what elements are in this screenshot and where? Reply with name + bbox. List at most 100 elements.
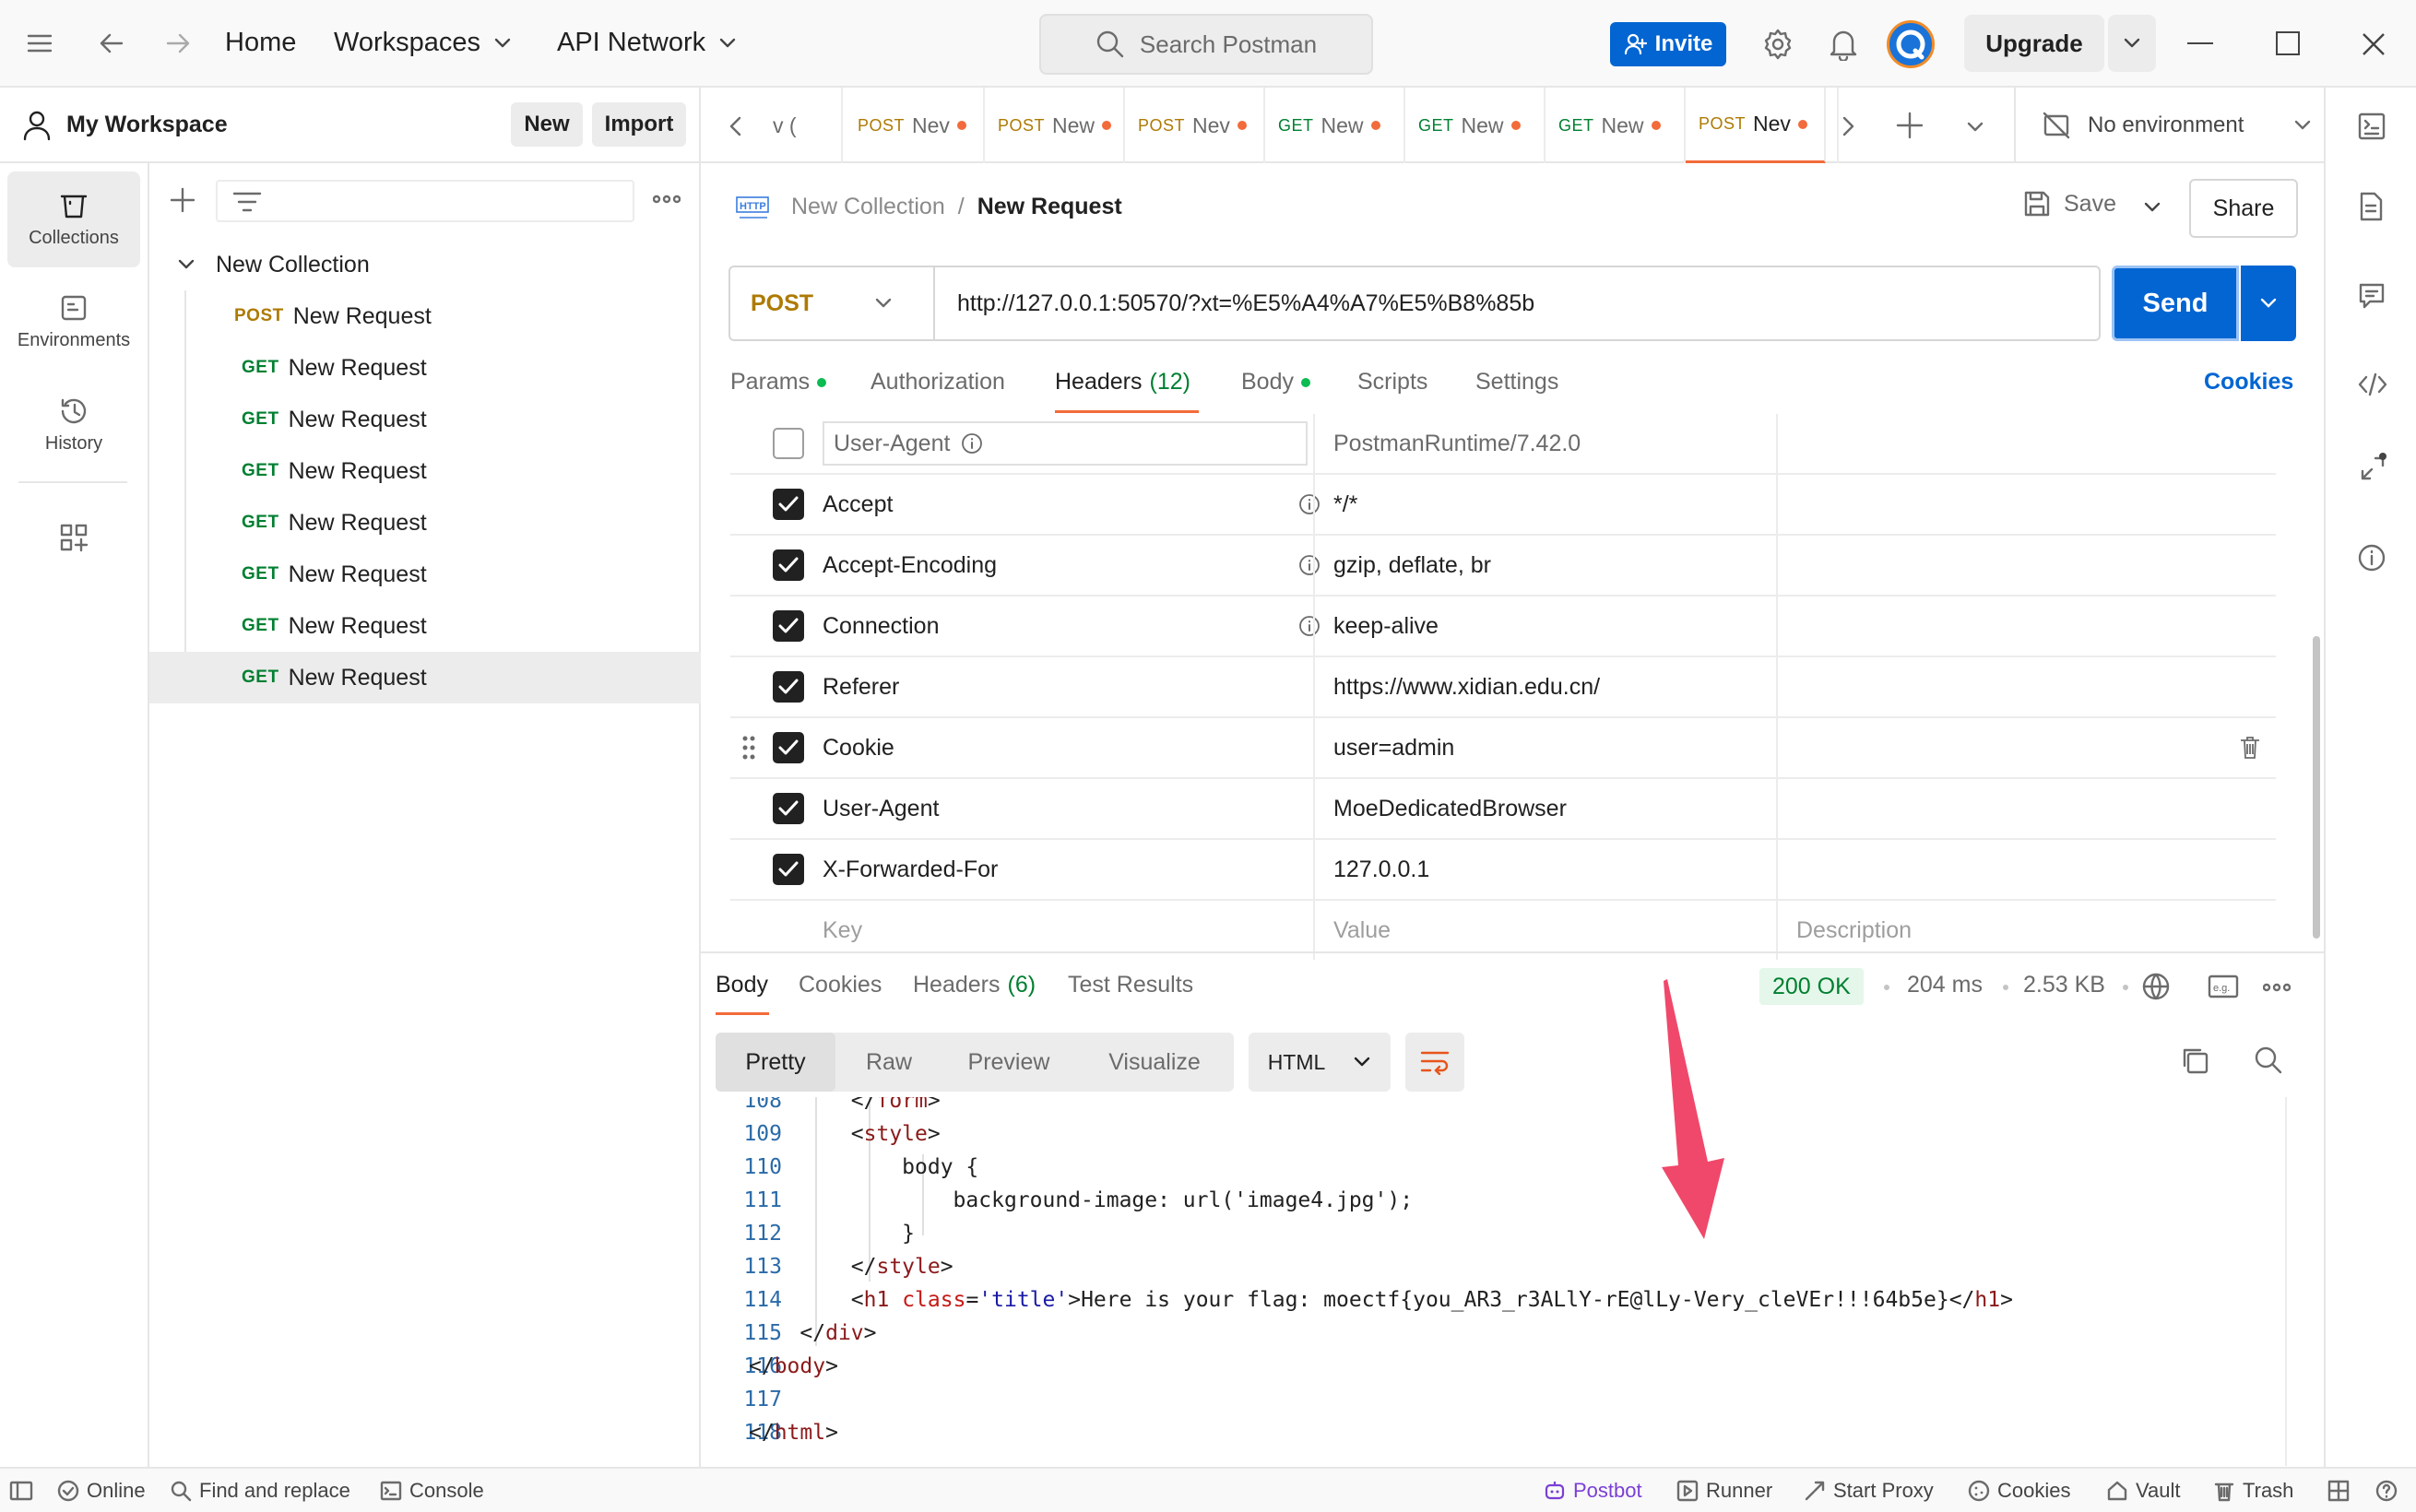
tab-body[interactable]: Body xyxy=(1241,369,1310,396)
request-tab[interactable]: POST Nev xyxy=(1686,88,1826,163)
tabs-dropdown-chevron-icon[interactable] xyxy=(1966,121,1984,134)
tab-partial[interactable]: v ( xyxy=(773,88,843,163)
header-enabled-checkbox[interactable] xyxy=(773,854,804,885)
response-code-editor[interactable]: 108 </form> 109 <style> 110 body {111 back… xyxy=(701,1097,2287,1466)
add-collection-plus-icon[interactable] xyxy=(170,187,195,213)
header-enabled-checkbox[interactable] xyxy=(773,549,804,581)
code-snippet-icon[interactable] xyxy=(2357,372,2388,397)
header-value-cell[interactable]: https://www.xidian.edu.cn/ xyxy=(1313,657,1793,716)
cookies-status[interactable]: Cookies xyxy=(1968,1469,2070,1512)
header-row[interactable]: User-Agent PostmanRuntime/7.42.0 xyxy=(730,414,2276,475)
format-select[interactable]: HTML xyxy=(1249,1033,1391,1092)
response-more-options-icon[interactable] xyxy=(2263,983,2291,992)
header-enabled-checkbox[interactable] xyxy=(773,793,804,824)
request-tab[interactable]: GET New xyxy=(1265,88,1405,163)
upgrade-button[interactable]: Upgrade xyxy=(1964,15,2104,72)
forward-arrow-icon[interactable] xyxy=(164,30,192,57)
header-description-cell[interactable] xyxy=(1776,536,2276,595)
header-key-cell[interactable]: Accept-Encoding xyxy=(823,536,1321,595)
runner[interactable]: Runner xyxy=(1676,1469,1772,1512)
online-status[interactable]: Online xyxy=(57,1469,146,1512)
header-key-cell[interactable]: Referer xyxy=(823,657,1321,716)
breadcrumb-collection[interactable]: New Collection xyxy=(791,194,945,220)
tabs-scroll-right-icon[interactable] xyxy=(1841,115,1855,137)
header-value-cell[interactable]: keep-alive xyxy=(1313,597,1793,656)
header-description-cell[interactable] xyxy=(1776,475,2276,534)
toggle-sidebar-icon[interactable] xyxy=(9,1469,33,1512)
header-value-cell[interactable]: user=admin xyxy=(1313,718,1793,777)
search-box[interactable]: Search Postman xyxy=(1039,14,1373,75)
header-description-cell[interactable] xyxy=(1776,597,2276,656)
find-replace[interactable]: Find and replace xyxy=(170,1469,350,1512)
upgrade-dropdown-button[interactable] xyxy=(2108,15,2156,72)
header-value-cell[interactable]: MoeDedicatedBrowser xyxy=(1313,779,1793,838)
sidebar-request-item[interactable]: GET New Request xyxy=(149,445,701,497)
environment-quicklook-icon[interactable] xyxy=(2357,112,2386,141)
new-tab-plus-icon[interactable] xyxy=(1896,112,1924,139)
header-key-cell[interactable]: User-Agent xyxy=(823,779,1321,838)
header-enabled-checkbox[interactable] xyxy=(773,732,804,763)
tab-settings[interactable]: Settings xyxy=(1475,369,1558,396)
tab-authorization[interactable]: Authorization xyxy=(870,369,1005,396)
request-tab[interactable]: GET New xyxy=(1546,88,1686,163)
rail-history[interactable]: History xyxy=(7,377,140,473)
notifications-bell-icon[interactable] xyxy=(1828,28,1859,61)
url-input[interactable]: http://127.0.0.1:50570/?xt=%E5%A4%A7%E5%… xyxy=(957,267,1534,339)
minimize-window-icon[interactable] xyxy=(2187,42,2213,44)
tabs-scroll-left-icon[interactable] xyxy=(728,115,743,137)
header-description-cell[interactable] xyxy=(1776,414,2276,473)
drag-handle-icon[interactable] xyxy=(741,735,756,761)
info-icon[interactable] xyxy=(961,432,983,455)
network-globe-icon[interactable] xyxy=(2141,972,2171,1001)
related-collections-icon[interactable] xyxy=(2357,453,2388,484)
console[interactable]: Console xyxy=(380,1469,484,1512)
header-value-cell[interactable]: gzip, deflate, br xyxy=(1313,536,1793,595)
header-value-cell[interactable]: PostmanRuntime/7.42.0 xyxy=(1313,414,1793,473)
home-link[interactable]: Home xyxy=(225,28,296,58)
view-preview[interactable]: Preview xyxy=(942,1033,1075,1092)
view-visualize[interactable]: Visualize xyxy=(1075,1033,1234,1092)
search-response-icon[interactable] xyxy=(2254,1045,2283,1075)
start-proxy[interactable]: Start Proxy xyxy=(1804,1469,1934,1512)
wrap-lines-button[interactable] xyxy=(1405,1033,1464,1092)
maximize-window-icon[interactable] xyxy=(2276,31,2300,55)
sidebar-request-item[interactable]: GET New Request xyxy=(149,342,701,394)
sidebar-request-item[interactable]: GET New Request xyxy=(149,497,701,549)
header-description-cell[interactable] xyxy=(1776,718,2276,777)
status-badge[interactable]: 200 OK xyxy=(1759,968,1864,1005)
send-button[interactable]: Send xyxy=(2112,266,2239,341)
request-tab[interactable]: POST Nev xyxy=(1125,88,1265,163)
workspaces-menu[interactable]: Workspaces xyxy=(334,28,512,58)
header-value-cell[interactable]: */* xyxy=(1313,475,1793,534)
sidebar-request-item[interactable]: GET New Request xyxy=(149,549,701,600)
header-row[interactable]: Connection keep-alive xyxy=(730,597,2276,657)
sidebar-request-item[interactable]: GET New Request xyxy=(149,394,701,445)
close-window-icon[interactable] xyxy=(2361,31,2386,57)
tab-headers[interactable]: Headers (12) xyxy=(1055,369,1190,396)
response-tab-headers[interactable]: Headers (6) xyxy=(913,972,1036,998)
help-icon[interactable] xyxy=(2375,1469,2398,1512)
response-tab-cookies[interactable]: Cookies xyxy=(799,972,882,998)
rail-collections[interactable]: Collections xyxy=(7,171,140,267)
header-row[interactable]: Referer https://www.xidian.edu.cn/ xyxy=(730,657,2276,718)
save-button[interactable]: Save xyxy=(2023,190,2116,218)
collection-folder[interactable]: New Collection xyxy=(149,239,701,290)
info-icon[interactable] xyxy=(2357,543,2386,573)
method-select[interactable]: POST xyxy=(730,267,935,339)
save-example-icon[interactable]: e.g. xyxy=(2208,974,2239,999)
trash[interactable]: Trash xyxy=(2213,1469,2293,1512)
header-value-cell[interactable]: 127.0.0.1 xyxy=(1313,840,1793,899)
header-enabled-checkbox[interactable] xyxy=(773,489,804,520)
header-key-cell[interactable]: Connection xyxy=(823,597,1321,656)
add-apps-grid-icon[interactable] xyxy=(59,523,89,552)
new-button[interactable]: New xyxy=(511,102,583,147)
back-arrow-icon[interactable] xyxy=(98,30,125,57)
header-description-cell[interactable] xyxy=(1776,840,2276,899)
header-row[interactable]: User-Agent MoeDedicatedBrowser xyxy=(730,779,2276,840)
view-raw[interactable]: Raw xyxy=(835,1033,942,1092)
cookies-link[interactable]: Cookies xyxy=(2204,369,2293,396)
environment-selector[interactable]: No environment xyxy=(2042,88,2312,163)
response-time[interactable]: 204 ms xyxy=(1907,972,1983,998)
request-tab[interactable]: POST Nev xyxy=(845,88,985,163)
vault[interactable]: Vault xyxy=(2106,1469,2181,1512)
